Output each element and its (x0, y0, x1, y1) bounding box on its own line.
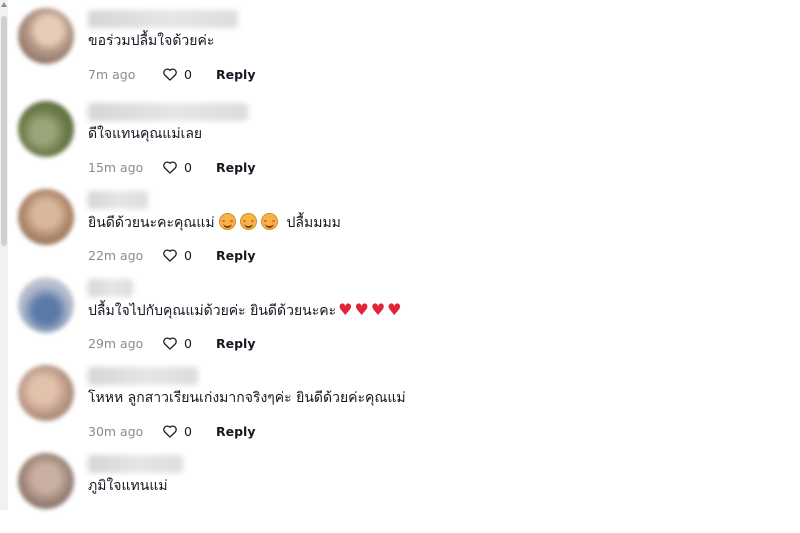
heart-outline-icon (163, 249, 177, 262)
red-heart-icon: ♥ (354, 300, 369, 319)
comment-text: ดีใจแทนคุณแม่เลย (88, 126, 203, 142)
like-count: 0 (184, 66, 192, 82)
like-button[interactable]: 0 (162, 336, 216, 351)
reply-button[interactable]: Reply (216, 424, 255, 439)
comment-text: โหหห ลูกสาวเรียนเก่งมากจริงๆค่ะ ยินดีด้ว… (88, 390, 406, 406)
avatar[interactable] (18, 101, 74, 157)
like-count: 0 (184, 423, 192, 439)
timestamp: 29m ago (88, 335, 144, 351)
timestamp: 22m ago (88, 247, 144, 263)
avatar[interactable] (18, 365, 74, 421)
heart-outline-icon (163, 161, 177, 174)
comment-item: ********** ขอร่วมปลื้มใจด้วยค่ะ 7m ago 0… (18, 8, 718, 88)
red-heart-icon: ♥ (338, 300, 353, 319)
red-heart-icon: ♥ (387, 300, 402, 319)
avatar[interactable] (18, 8, 74, 64)
comment-item: ********** ดีใจแทนคุณแม่เลย 15m ago 0 Re… (18, 101, 718, 181)
smiling-face-icon (261, 213, 279, 230)
comment-item: ********** โหหห ลูกสาวเรียนเก่งมากจริงๆค… (18, 365, 718, 445)
like-button[interactable]: 0 (162, 424, 216, 439)
avatar[interactable] (18, 277, 74, 333)
username[interactable]: ********** (88, 455, 183, 473)
comment-meta: 15m ago 0 Reply (88, 157, 255, 177)
heart-outline-icon (163, 68, 177, 81)
comment-text-main: ปลื้มใจไปกับคุณแม่ด้วยค่ะ ยินดีด้วยนะคะ (88, 303, 337, 319)
comment-text: ยินดีด้วยนะคะคุณแม่ ปลื้มมมม (88, 213, 341, 232)
timestamp: 30m ago (88, 423, 144, 439)
comment-meta: 29m ago 0 Reply (88, 333, 255, 353)
username[interactable]: ********** (88, 191, 148, 209)
comment-text: ภูมิใจแทนแม่ (88, 478, 168, 494)
comment-text: ขอร่วมปลื้มใจด้วยค่ะ (88, 33, 215, 49)
username[interactable]: ********** (88, 10, 238, 28)
comment-item: ********** ยินดีด้วยนะคะคุณแม่ ปลื้มมมม … (18, 189, 718, 269)
like-button[interactable]: 0 (162, 248, 216, 263)
like-button[interactable]: 0 (162, 160, 216, 175)
reply-button[interactable]: Reply (216, 67, 255, 82)
like-count: 0 (184, 335, 192, 351)
comment-text-suffix: ปลื้มมมม (286, 215, 341, 231)
heart-outline-icon (163, 337, 177, 350)
like-count: 0 (184, 247, 192, 263)
heart-outline-icon (163, 425, 177, 438)
comment-text: ปลื้มใจไปกับคุณแม่ด้วยค่ะ ยินดีด้วยนะคะ ♥… (88, 301, 402, 320)
username[interactable]: ********** (88, 103, 248, 121)
red-heart-icon: ♥ (370, 300, 386, 319)
comment-meta: 30m ago 0 Reply (88, 421, 255, 441)
comment-meta: 22m ago 0 Reply (88, 245, 255, 265)
like-button[interactable]: 0 (162, 67, 216, 82)
reply-button[interactable]: Reply (216, 160, 255, 175)
avatar[interactable] (18, 189, 74, 245)
avatar[interactable] (18, 453, 74, 509)
reply-button[interactable]: Reply (216, 248, 255, 263)
comment-meta: 7m ago 0 Reply (88, 64, 255, 84)
smiling-face-icon (240, 213, 258, 230)
comment-item: ********** ปลื้มใจไปกับคุณแม่ด้วยค่ะ ยิน… (18, 277, 718, 357)
comment-item: ********** ภูมิใจแทนแม่ (18, 453, 718, 533)
reply-button[interactable]: Reply (216, 336, 255, 351)
comment-text-main: ยินดีด้วยนะคะคุณแม่ (88, 215, 215, 231)
timestamp: 7m ago (88, 66, 136, 82)
smiling-face-icon (219, 213, 237, 230)
username[interactable]: ********** (88, 367, 198, 385)
comment-list: ********** ขอร่วมปลื้มใจด้วยค่ะ 7m ago 0… (0, 0, 800, 510)
like-count: 0 (184, 159, 192, 175)
timestamp: 15m ago (88, 159, 144, 175)
username[interactable]: ********** (88, 279, 133, 297)
